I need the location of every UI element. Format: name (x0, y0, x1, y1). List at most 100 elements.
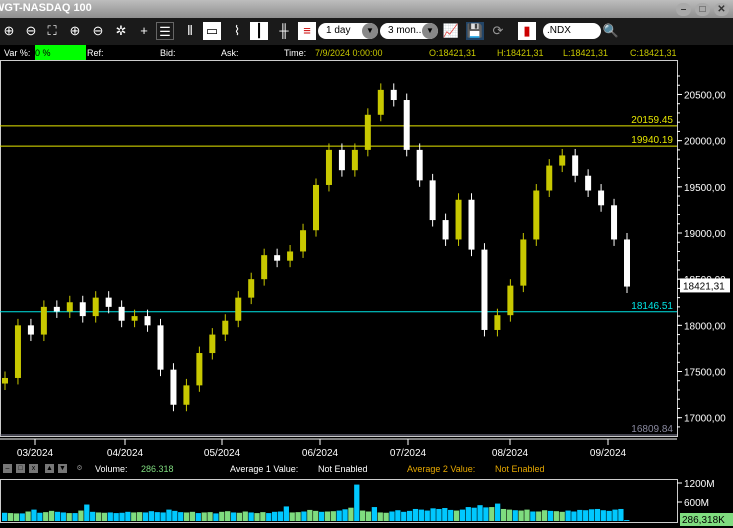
volume-bar (606, 510, 612, 521)
volume-bar (90, 511, 96, 521)
close-button[interactable]: ✕ (714, 3, 729, 16)
maximize-button[interactable]: □ (695, 3, 710, 16)
y-tick-label: 18000,00 (684, 321, 726, 332)
volume-bar (465, 507, 471, 521)
candle-body (131, 316, 138, 321)
volume-bar (430, 508, 436, 521)
close-panel-button[interactable]: x (29, 464, 38, 473)
volume-bar (260, 512, 266, 521)
volume-bar (183, 512, 190, 521)
volume-bar (60, 512, 66, 521)
candle-body (235, 297, 242, 321)
interval-select[interactable]: 1 day ▼ (318, 23, 378, 39)
candle-body (533, 190, 540, 240)
volume-bar (201, 512, 207, 521)
volume-bar (166, 509, 172, 521)
candle-body (53, 306, 60, 312)
volume-bar (518, 510, 524, 521)
hlc-icon[interactable]: ╫ (275, 22, 293, 40)
legend-icon[interactable]: ≡ (298, 22, 316, 40)
crosshair-icon[interactable]: + (135, 22, 153, 40)
candle-body (624, 239, 630, 287)
candle-body (287, 251, 294, 261)
candle-body (222, 320, 229, 335)
volume-bar (330, 511, 336, 521)
volume-bar (43, 512, 49, 521)
volume-bar (565, 510, 571, 521)
reset-zoom-icon[interactable]: ✲ (112, 22, 130, 40)
candle-body (313, 184, 319, 231)
candlestick-icon[interactable]: ┃ (250, 22, 268, 40)
candle-body (351, 149, 358, 171)
volume-bar (125, 511, 131, 521)
ohlc-icon[interactable]: ⦀ (181, 22, 199, 40)
period-select[interactable]: 3 mon.. ▼ (380, 23, 438, 39)
volume-bar (66, 513, 72, 521)
candle-body (494, 315, 501, 330)
window-icon[interactable]: ▭ (203, 22, 221, 40)
fit-icon[interactable]: ⛶ (43, 22, 61, 40)
volume-bar (301, 511, 307, 521)
x-tick-label: 03/2024 (17, 448, 54, 459)
save-icon[interactable]: 💾 (466, 22, 484, 40)
candle-body (429, 180, 436, 221)
symbol-value: .NDX (547, 25, 571, 36)
symbol-input[interactable]: .NDX (543, 23, 601, 39)
candle-body (455, 199, 462, 240)
chevron-down-icon[interactable]: ▼ (422, 23, 438, 39)
candle-body (611, 205, 618, 240)
line-chart-icon[interactable]: ⌇ (228, 22, 246, 40)
volume-bar (295, 512, 301, 521)
indicator-icon[interactable]: 📈 (442, 22, 460, 40)
candle-body (507, 285, 514, 316)
ask-label: Ask: (221, 48, 239, 58)
volume-bar (553, 511, 559, 521)
candle-body (183, 385, 190, 405)
price-chart[interactable]: 17000,0017500,0018000,0018500,0019000,00… (0, 60, 733, 480)
volume-bar (383, 512, 389, 521)
gear-icon[interactable]: ⚙ (75, 464, 84, 473)
minimize-button[interactable]: – (676, 3, 691, 16)
title-bar: WGT-NASDAQ 100 – □ ✕ (0, 0, 733, 18)
zoom-in-icon[interactable]: ⊕ (0, 22, 18, 40)
volume-bar (189, 511, 196, 521)
export-icon[interactable]: ▮ (518, 22, 536, 40)
vertical-zoom-in-icon[interactable]: ⊕ (66, 22, 84, 40)
candle-body (66, 302, 73, 312)
volume-bar (13, 513, 20, 521)
time-label: Time: (284, 48, 307, 58)
minimize-panel-button[interactable]: – (3, 464, 12, 473)
volume-bar (172, 510, 178, 521)
candle-body (300, 230, 307, 252)
candle-body (170, 369, 177, 405)
refresh-icon[interactable]: ⟳ (489, 22, 507, 40)
maximize-panel-button[interactable]: □ (16, 464, 25, 473)
volume-bar (412, 508, 419, 521)
bar-chart-icon[interactable]: ☰ (156, 22, 174, 40)
ref-label: Ref: (87, 48, 104, 58)
volume-chart[interactable]: 1200M 600M 286,318K (0, 479, 733, 528)
candle-body (105, 297, 112, 307)
volume-bar (195, 513, 201, 521)
volume-value: 286.318 (141, 464, 174, 474)
volume-bar (219, 511, 225, 521)
zoom-out-icon[interactable]: ⊖ (22, 22, 40, 40)
volume-bar (307, 509, 313, 521)
candle-body (27, 325, 34, 335)
volume-bar (54, 511, 61, 521)
volume-bar (107, 512, 113, 521)
vertical-zoom-out-icon[interactable]: ⊖ (89, 22, 107, 40)
bid-label: Bid: (160, 48, 176, 58)
chevron-down-icon[interactable]: ▼ (362, 23, 378, 39)
avg2-label: Average 2 Value: (407, 464, 476, 474)
volume-bar (148, 511, 154, 521)
volume-bar (84, 504, 90, 521)
volume-bar (406, 510, 413, 521)
plot-border (0, 60, 678, 437)
move-down-button[interactable]: ▼ (58, 464, 67, 473)
volume-bar (248, 512, 254, 521)
volume-bar (483, 507, 489, 521)
volume-bar (624, 520, 630, 521)
move-up-button[interactable]: ▲ (45, 464, 54, 473)
search-icon[interactable]: 🔍 (602, 22, 620, 40)
